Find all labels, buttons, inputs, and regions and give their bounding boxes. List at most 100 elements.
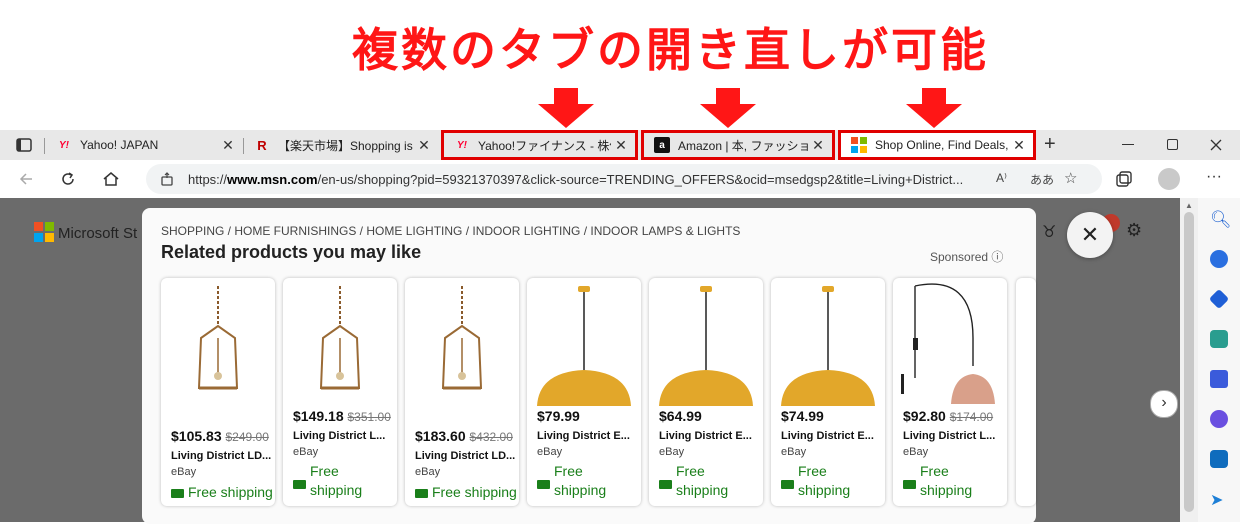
product-image[interactable] xyxy=(771,278,885,408)
shipping-label: Free shipping xyxy=(903,462,972,500)
minimize-icon[interactable] xyxy=(1122,144,1134,145)
product-price: $105.83 $249.00 xyxy=(171,428,269,444)
settings-icon[interactable]: ⚙ xyxy=(1126,220,1142,241)
close-tab-icon[interactable]: ✕ xyxy=(808,137,828,154)
tab-msn-shopping[interactable]: Shop Online, Find Deals, and More ✕ xyxy=(838,130,1036,160)
close-overlay-button[interactable]: ✕ xyxy=(1067,212,1113,258)
tab-amazon[interactable]: a Amazon | 本, ファッション, 家電 ✕ xyxy=(641,130,835,160)
close-tab-icon[interactable]: ✕ xyxy=(1009,137,1029,154)
profile-avatar[interactable] xyxy=(1158,168,1180,190)
shipping-label: Free shipping xyxy=(781,462,850,500)
refresh-icon[interactable] xyxy=(60,171,76,187)
tab-rakuten[interactable]: R 【楽天市場】Shopping is Entertainment! ✕ xyxy=(244,130,438,160)
shipping-label: Free shipping xyxy=(537,462,606,500)
tab-title: 【楽天市場】Shopping is Entertainment! xyxy=(278,138,414,153)
search-icon[interactable]: 🔍︎ xyxy=(1210,210,1232,230)
product-price: $92.80 $174.00 xyxy=(903,408,994,424)
close-tab-icon[interactable]: ✕ xyxy=(218,137,238,154)
games-icon[interactable] xyxy=(1210,370,1228,388)
amazon-icon: a xyxy=(654,137,670,153)
microsoft365-icon[interactable] xyxy=(1210,410,1228,428)
product-card[interactable]: $105.83 $249.00 Living District LD... eBay… xyxy=(161,278,275,506)
scrollbar-thumb[interactable] xyxy=(1184,212,1194,512)
site-logo[interactable]: Microsoft St xyxy=(34,222,137,242)
product-card[interactable]: $183.60 $432.00 Living District LD... eBay… xyxy=(405,278,519,506)
product-name[interactable]: Living District LD... xyxy=(415,450,515,462)
product-name[interactable]: Living District E... xyxy=(659,430,759,442)
collections-icon[interactable] xyxy=(1116,171,1132,187)
product-seller: eBay xyxy=(659,446,685,458)
bing-chat-icon[interactable] xyxy=(1210,250,1228,268)
product-seller: eBay xyxy=(903,446,929,458)
truck-icon xyxy=(537,480,550,489)
home-icon[interactable] xyxy=(102,170,120,188)
product-image[interactable] xyxy=(893,278,1007,408)
shipping-label: Free shipping xyxy=(659,462,728,500)
microsoft-icon xyxy=(851,137,867,153)
page-content: Microsoft St SHOPPING / HOME FURNISHINGS… xyxy=(0,198,1180,524)
read-aloud-icon[interactable]: A⁾ xyxy=(996,171,1007,185)
page-info-icon[interactable] xyxy=(160,172,174,186)
edge-sidebar: 🔍︎ ➤ xyxy=(1198,198,1240,522)
microsoft-icon xyxy=(34,222,54,242)
product-name[interactable]: Living District L... xyxy=(293,430,393,442)
restore-icon[interactable] xyxy=(1167,139,1178,150)
address-bar[interactable]: https://www.msn.com/en-us/shopping?pid=5… xyxy=(146,164,1102,194)
down-arrow-icon xyxy=(538,88,594,128)
tab-strip: Y! Yahoo! JAPAN ✕ R 【楽天市場】Shopping is En… xyxy=(0,130,1240,160)
toolbar: https://www.msn.com/en-us/shopping?pid=5… xyxy=(0,160,1240,199)
send-icon[interactable]: ➤ xyxy=(1210,490,1223,510)
new-tab-button[interactable]: + xyxy=(1044,133,1056,156)
url-path: /en-us/shopping?pid=59321370397&click-so… xyxy=(317,172,964,187)
product-image[interactable] xyxy=(405,278,519,408)
sponsored-label[interactable]: Sponsored ⓘ xyxy=(930,248,1003,265)
product-card[interactable]: $92.80 $174.00 Living District L... eBay Fr… xyxy=(893,278,1007,506)
product-name[interactable]: Living District LD... xyxy=(171,450,271,462)
product-image[interactable] xyxy=(527,278,641,408)
scroll-up-icon[interactable]: ▲ xyxy=(1185,201,1193,210)
product-name[interactable]: Living District E... xyxy=(537,430,637,442)
close-tab-icon[interactable]: ✕ xyxy=(611,137,631,154)
related-products-panel: SHOPPING / HOME FURNISHINGS / HOME LIGHT… xyxy=(142,208,1178,524)
tab-yahoo-finance[interactable]: Y! Yahoo!ファイナンス - 株価・経済ニュース ✕ xyxy=(441,130,638,160)
product-image[interactable] xyxy=(283,278,397,408)
tab-title: Amazon | 本, ファッション, 家電 xyxy=(678,138,808,153)
down-arrow-icon xyxy=(700,88,756,128)
product-seller: eBay xyxy=(415,466,441,478)
truck-icon xyxy=(293,480,306,489)
truck-icon xyxy=(903,480,916,489)
rewards-icon[interactable]: ♉ xyxy=(1042,222,1056,242)
product-price: $183.60 $432.00 xyxy=(415,428,513,444)
more-icon[interactable]: ··· xyxy=(1206,168,1222,186)
back-icon[interactable] xyxy=(18,171,34,187)
section-heading: Related products you may like xyxy=(161,242,422,262)
tab-yahoo-japan[interactable]: Y! Yahoo! JAPAN ✕ xyxy=(46,130,242,160)
tab-title: Yahoo! JAPAN xyxy=(80,138,159,152)
vertical-scrollbar[interactable]: ▲ xyxy=(1180,198,1198,522)
immersive-reader-icon[interactable]: ああ xyxy=(1030,171,1054,188)
close-window-icon[interactable] xyxy=(1210,139,1222,151)
next-arrow-button[interactable]: › xyxy=(1150,390,1178,418)
add-favorite-icon[interactable]: ☆ xyxy=(1064,169,1077,187)
product-image[interactable] xyxy=(161,278,275,408)
tab-separator xyxy=(44,138,45,154)
product-name[interactable]: Living District L... xyxy=(903,430,1003,442)
product-price: $149.18 $351.00 xyxy=(293,408,391,424)
product-card[interactable]: $79.99 Living District E... eBay Free shipp… xyxy=(527,278,641,506)
tab-actions-icon[interactable] xyxy=(16,138,32,152)
close-tab-icon[interactable]: ✕ xyxy=(414,137,434,154)
product-name[interactable]: Living District E... xyxy=(781,430,881,442)
url-text[interactable]: https://www.msn.com/en-us/shopping?pid=5… xyxy=(188,172,963,187)
outlook-icon[interactable] xyxy=(1210,450,1228,468)
product-card[interactable]: $64.99 Living District E... eBay Free shipp… xyxy=(649,278,763,506)
product-seller: eBay xyxy=(537,446,563,458)
annotation-banner: 複数のタブの開き直しが可能 xyxy=(0,0,1240,130)
shopping-tag-icon[interactable] xyxy=(1208,288,1230,310)
shipping-label: Free shipping xyxy=(415,484,517,500)
tools-icon[interactable] xyxy=(1210,330,1228,348)
product-card[interactable]: $74.99 Living District E... eBay Free shipp… xyxy=(771,278,885,506)
product-seller: eBay xyxy=(781,446,807,458)
product-image[interactable] xyxy=(649,278,763,408)
partial-card xyxy=(1016,278,1036,506)
product-card[interactable]: $149.18 $351.00 Living District L... eBay F… xyxy=(283,278,397,506)
